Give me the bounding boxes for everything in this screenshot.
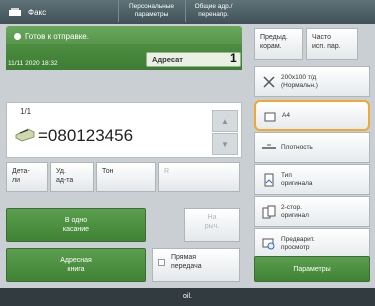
datetime: 11/11 2020 18:32 [8, 60, 58, 67]
arrow-up-icon: ▲ [221, 116, 229, 126]
page-indicator: 1/1 [20, 107, 32, 116]
two-sided-icon [262, 205, 276, 219]
preview-button[interactable]: Предварит. просмотр [254, 228, 370, 259]
r-button[interactable]: R [158, 162, 240, 192]
fax-icon [9, 8, 21, 16]
status-text: Готов к отправке. [25, 32, 89, 41]
destination-number: =080123456 [38, 126, 134, 145]
arrow-down-icon: ▼ [221, 139, 229, 149]
original-type-label: Тип оригинала [281, 171, 313, 187]
paper-size-button[interactable]: A4 [254, 100, 370, 131]
mode-label: Факс [28, 7, 47, 17]
mode-fax[interactable]: Факс [0, 0, 90, 24]
ready-indicator [14, 33, 21, 41]
direct-send-label: Прямая передача [170, 254, 202, 270]
resolution-icon [262, 75, 276, 89]
density-label: Плотность [281, 143, 313, 151]
two-sided-button[interactable]: 2-стор. оригинал [254, 196, 370, 227]
one-touch-button[interactable]: В одно касание [6, 208, 146, 242]
footer-text: oil. [183, 293, 192, 300]
previous-settings-button[interactable]: Предыд. корам. [254, 28, 303, 60]
paper-size-label: A4 [282, 111, 290, 119]
scroll-down-button[interactable]: ▼ [212, 133, 238, 155]
preview-label: Предварит. просмотр [281, 235, 315, 251]
footer-bar: oil. [0, 288, 375, 306]
two-sided-label: 2-стор. оригинал [281, 203, 309, 219]
destination-label: Адресат [152, 55, 183, 64]
personal-settings-button[interactable]: Персональные параметры [118, 0, 184, 22]
parameters-button[interactable]: Параметры [254, 256, 370, 282]
direct-send-button[interactable]: Прямая передача [152, 248, 240, 282]
details-button[interactable]: Дета- ли [6, 162, 48, 192]
resolution-button[interactable]: 200x100 т/д (Нормальн.) [254, 66, 370, 97]
density-button[interactable]: Плотность [254, 132, 370, 163]
on-hook-button[interactable]: На рыч. [184, 208, 240, 242]
address-book-button[interactable]: Адресная книга [6, 248, 146, 282]
shared-settings-button[interactable]: Общие адр./перенапр. [185, 0, 241, 22]
destination-count: 1 [230, 51, 237, 65]
direct-send-checkbox[interactable] [158, 258, 165, 266]
scroll-up-button[interactable]: ▲ [212, 110, 238, 132]
tone-button[interactable]: Тон [96, 162, 156, 192]
density-icon [262, 141, 276, 155]
frequent-settings-button[interactable]: Часто исп. пар. [306, 28, 358, 60]
fax-destination-icon [15, 128, 35, 142]
delete-destination-button[interactable]: Уд. ад-та [50, 162, 94, 192]
original-type-icon [262, 173, 276, 187]
resolution-label: 200x100 т/д (Нормальн.) [281, 73, 318, 89]
original-type-button[interactable]: Тип оригинала [254, 164, 370, 195]
paper-icon [263, 110, 277, 124]
preview-icon [262, 237, 276, 251]
